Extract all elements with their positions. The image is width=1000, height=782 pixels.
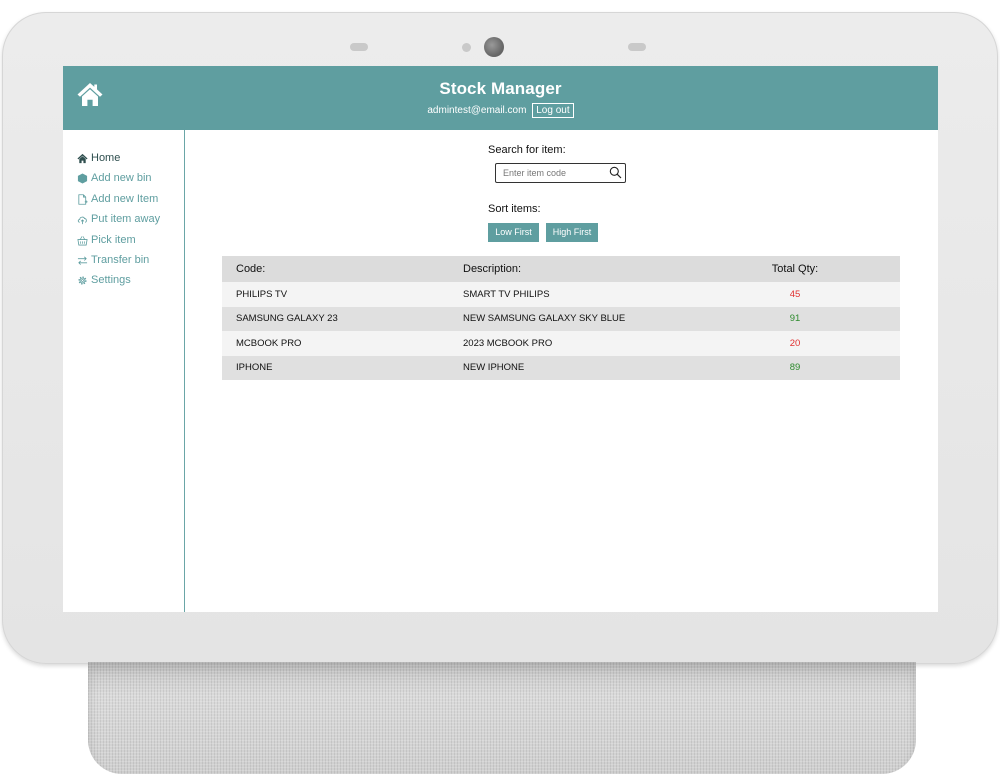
basket-icon (77, 235, 88, 246)
table-row[interactable]: SAMSUNG GALAXY 23 NEW SAMSUNG GALAXY SKY… (222, 306, 900, 331)
table-header: Code: Description: Total Qty: (222, 256, 900, 282)
sidebar-item-label: Transfer bin (91, 254, 150, 266)
app-title: Stock Manager (439, 79, 562, 98)
logout-button[interactable]: Log out (532, 103, 574, 118)
cell-code: MCBOOK PRO (236, 337, 302, 349)
sidebar-item-home[interactable]: Home (77, 150, 120, 166)
main-content: Search for item: Sort items: Low First H… (186, 130, 938, 612)
app-screen: Stock Manager admintest@email.com Log ou… (63, 66, 938, 612)
column-header-code: Code: (236, 263, 266, 275)
sort-low-first-button[interactable]: Low First (488, 223, 539, 242)
sidebar-item-label: Settings (91, 274, 131, 286)
sort-high-first-button[interactable]: High First (546, 223, 598, 242)
light-sensor (462, 43, 471, 52)
file-plus-icon (77, 193, 88, 205)
transfer-arrows-icon (77, 255, 88, 266)
sidebar-item-add-new-bin[interactable]: Add new bin (77, 170, 152, 186)
gear-icon (77, 275, 88, 286)
table-row[interactable]: PHILIPS TV SMART TV PHILIPS 45 (222, 282, 900, 307)
speaker-base (88, 662, 916, 774)
sidebar-item-add-new-item[interactable]: Add new Item (77, 191, 158, 207)
sidebar: Home Add new bin Add new Item Put item a… (63, 130, 185, 612)
column-header-description: Description: (463, 263, 522, 275)
cell-description: NEW SAMSUNG GALAXY SKY BLUE (463, 313, 626, 325)
sidebar-item-label: Put item away (91, 213, 161, 225)
hexagon-icon (77, 172, 88, 184)
sort-label: Sort items: (488, 203, 541, 215)
sidebar-item-label: Pick item (91, 234, 136, 246)
sidebar-item-label: Add new bin (91, 172, 152, 184)
cell-qty: 45 (789, 288, 801, 300)
cell-description: SMART TV PHILIPS (463, 288, 550, 300)
sidebar-item-label: Home (91, 152, 121, 164)
app-header: Stock Manager admintest@email.com Log ou… (63, 66, 938, 130)
user-info: admintest@email.com Log out (63, 103, 938, 118)
cell-code: SAMSUNG GALAXY 23 (236, 313, 338, 325)
sidebar-item-put-item-away[interactable]: Put item away (77, 211, 160, 227)
cell-description: 2023 MCBOOK PRO (463, 337, 553, 349)
column-header-qty: Total Qty: (771, 263, 819, 275)
microphone-right (628, 43, 646, 51)
stock-table: Code: Description: Total Qty: PHILIPS TV… (222, 256, 900, 380)
microphone-left (350, 43, 368, 51)
cell-qty: 91 (789, 313, 801, 325)
search-box (495, 163, 626, 183)
cell-code: PHILIPS TV (236, 288, 288, 300)
cell-description: NEW IPHONE (463, 362, 525, 374)
table-row[interactable]: IPHONE NEW IPHONE 89 (222, 355, 900, 380)
sidebar-item-transfer-bin[interactable]: Transfer bin (77, 252, 149, 268)
search-input[interactable] (496, 164, 606, 182)
cell-qty: 89 (789, 362, 801, 374)
cell-code: IPHONE (236, 362, 273, 374)
camera (484, 37, 504, 57)
sidebar-item-pick-item[interactable]: Pick item (77, 232, 136, 248)
search-icon[interactable] (609, 166, 622, 179)
search-label: Search for item: (488, 144, 566, 156)
cloud-upload-icon (77, 214, 88, 225)
sidebar-item-label: Add new Item (91, 193, 159, 205)
sidebar-item-settings[interactable]: Settings (77, 272, 131, 288)
table-row[interactable]: MCBOOK PRO 2023 MCBOOK PRO 20 (222, 331, 900, 356)
cell-qty: 20 (789, 337, 801, 349)
home-icon (77, 153, 88, 164)
user-email: admintest@email.com (427, 105, 527, 116)
